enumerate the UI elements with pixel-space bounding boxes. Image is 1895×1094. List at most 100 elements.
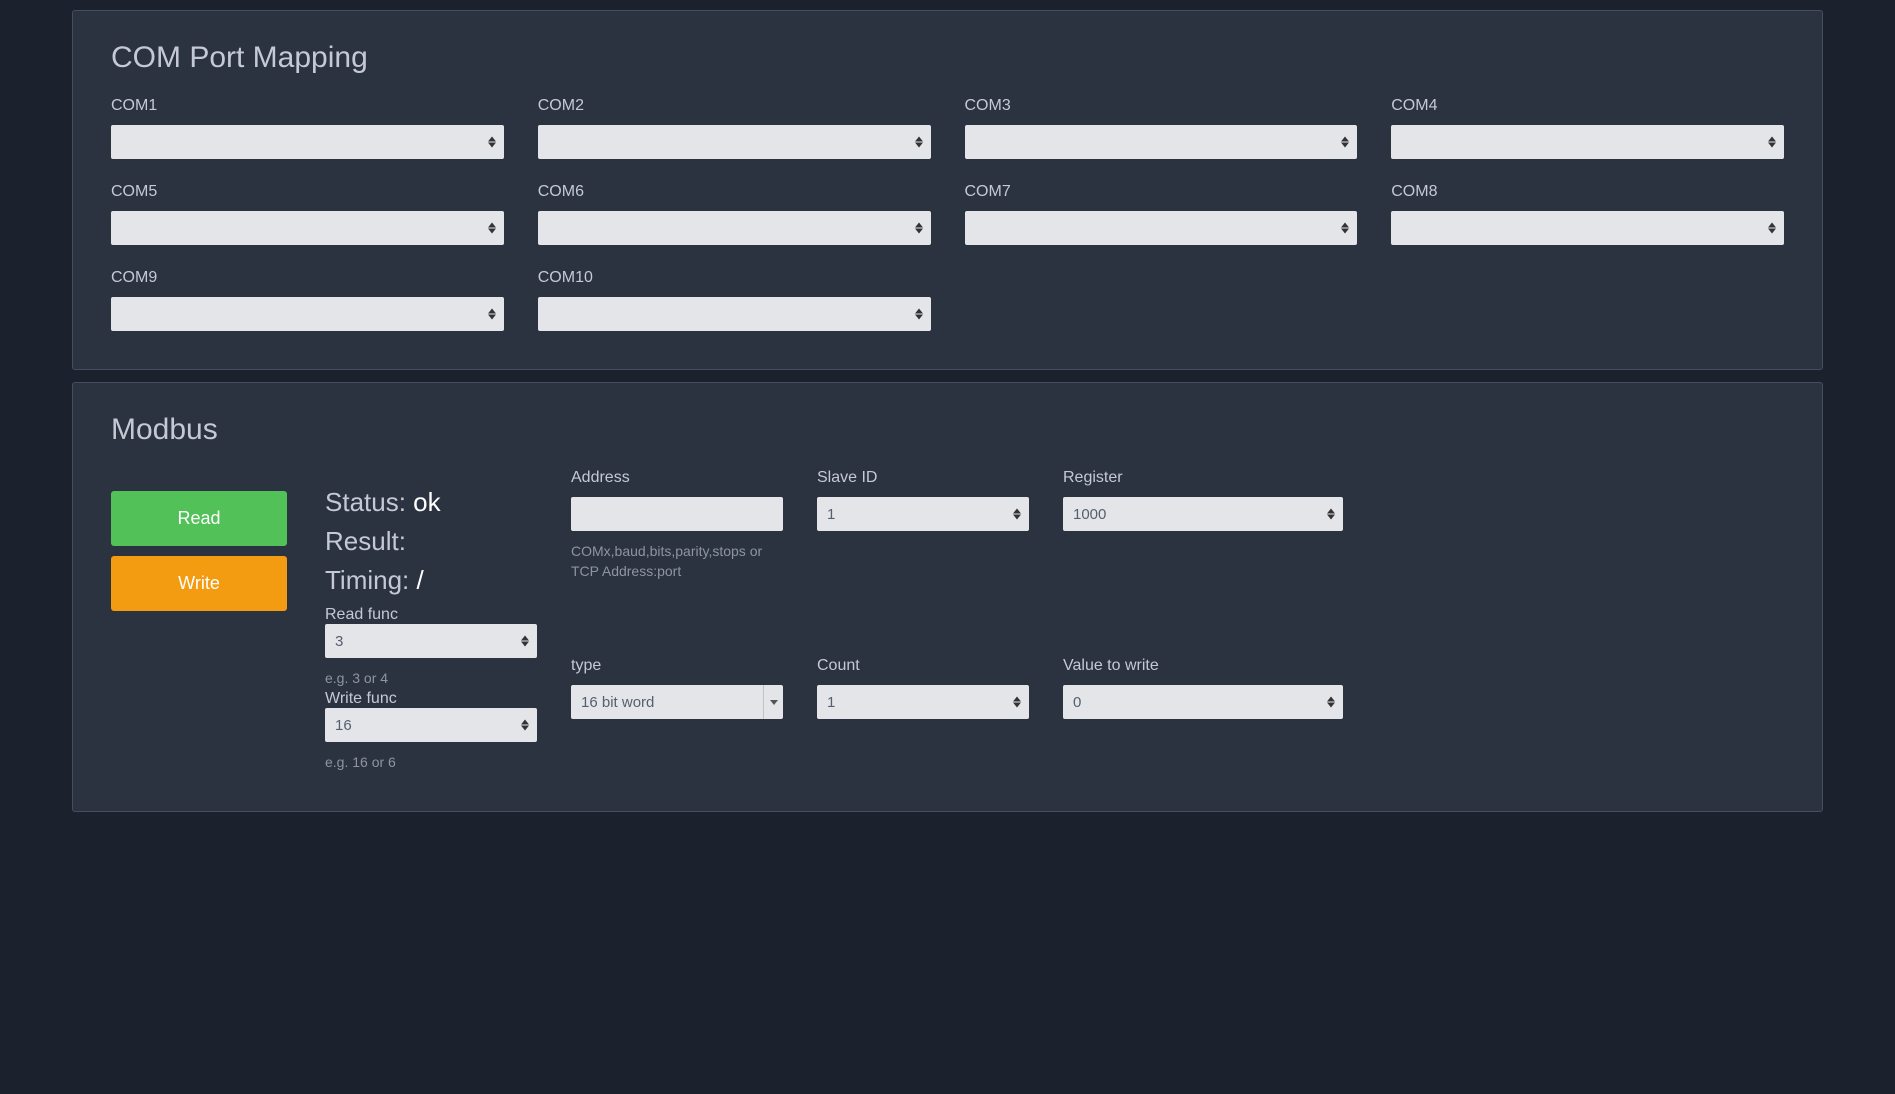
com1-input[interactable] [111, 125, 504, 159]
register-label: Register [1063, 469, 1343, 487]
register-spinner[interactable] [1327, 509, 1335, 520]
readfunc-spinner[interactable] [521, 636, 529, 647]
write-func-input[interactable] [325, 708, 537, 742]
chevron-down-icon [1341, 229, 1349, 234]
chevron-up-icon [915, 309, 923, 314]
address-input[interactable] [571, 497, 783, 531]
chevron-down-icon [1768, 229, 1776, 234]
com4-field: COM4 [1391, 97, 1784, 159]
com7-field: COM7 [965, 183, 1358, 245]
chevron-down-icon [1327, 515, 1335, 520]
com6-input-wrap [538, 211, 931, 245]
count-input[interactable] [817, 685, 1029, 719]
com7-spinner[interactable] [1341, 223, 1349, 234]
chevron-down-icon [915, 143, 923, 148]
com8-spinner[interactable] [1768, 223, 1776, 234]
com3-field: COM3 [965, 97, 1358, 159]
status-value: ok [413, 487, 440, 517]
status-line: Status: ok [325, 487, 537, 518]
chevron-down-icon [915, 229, 923, 234]
register-input[interactable] [1063, 497, 1343, 531]
com3-input[interactable] [965, 125, 1358, 159]
com10-input-wrap [538, 297, 931, 331]
type-select-wrap [571, 685, 783, 719]
chevron-down-icon [1013, 703, 1021, 708]
com8-input[interactable] [1391, 211, 1784, 245]
com3-spinner[interactable] [1341, 137, 1349, 148]
com8-input-wrap [1391, 211, 1784, 245]
chevron-down-icon [1013, 515, 1021, 520]
com3-label: COM3 [965, 97, 1358, 115]
read-func-help: e.g. 3 or 4 [325, 668, 537, 688]
address-label: Address [571, 469, 783, 487]
modbus-grid: Read Write Address COMx,baud,bits,parity… [111, 469, 1784, 773]
com9-input-wrap [111, 297, 504, 331]
value-to-write-input[interactable] [1063, 685, 1343, 719]
com9-spinner[interactable] [488, 309, 496, 320]
timing-line: Timing: / [325, 565, 537, 596]
com9-input[interactable] [111, 297, 504, 331]
slave-id-field: Slave ID [817, 469, 1029, 635]
type-label: type [571, 657, 783, 675]
read-func-input[interactable] [325, 624, 537, 658]
chevron-down-icon [521, 726, 529, 731]
com6-input[interactable] [538, 211, 931, 245]
com-port-grid: COM1 COM2 COM3 [111, 97, 1784, 331]
chevron-up-icon [488, 309, 496, 314]
chevron-up-icon [1013, 697, 1021, 702]
com10-input[interactable] [538, 297, 931, 331]
count-spinner[interactable] [1013, 697, 1021, 708]
chevron-up-icon [1013, 509, 1021, 514]
com8-label: COM8 [1391, 183, 1784, 201]
modbus-title: Modbus [111, 413, 1784, 447]
com-mapping-title: COM Port Mapping [111, 41, 1784, 75]
result-line: Result: [325, 526, 537, 557]
slave-spinner[interactable] [1013, 509, 1021, 520]
count-label: Count [817, 657, 1029, 675]
chevron-up-icon [1327, 509, 1335, 514]
chevron-down-icon [488, 229, 496, 234]
chevron-up-icon [1341, 137, 1349, 142]
chevron-up-icon [488, 223, 496, 228]
modbus-panel: Modbus Read Write Address COMx,baud,bits… [72, 382, 1823, 812]
write-button[interactable]: Write [111, 556, 287, 611]
slave-id-input-wrap [817, 497, 1029, 531]
com1-label: COM1 [111, 97, 504, 115]
chevron-down-icon [915, 315, 923, 320]
com10-field: COM10 [538, 269, 931, 331]
com5-input[interactable] [111, 211, 504, 245]
chevron-down-icon [1327, 703, 1335, 708]
com6-label: COM6 [538, 183, 931, 201]
write-func-input-wrap [325, 708, 537, 742]
com2-input[interactable] [538, 125, 931, 159]
chevron-down-icon [488, 315, 496, 320]
address-help: COMx,baud,bits,parity,stops or TCP Addre… [571, 541, 783, 582]
com10-spinner[interactable] [915, 309, 923, 320]
chevron-up-icon [1768, 137, 1776, 142]
status-and-func-column: Status: ok Result: Timing: / Read func [325, 469, 537, 773]
writefunc-spinner[interactable] [521, 720, 529, 731]
chevron-up-icon [1768, 223, 1776, 228]
com1-input-wrap [111, 125, 504, 159]
value-to-write-spinner[interactable] [1327, 697, 1335, 708]
chevron-up-icon [488, 137, 496, 142]
com4-input[interactable] [1391, 125, 1784, 159]
com2-spinner[interactable] [915, 137, 923, 148]
com4-spinner[interactable] [1768, 137, 1776, 148]
value-to-write-label: Value to write [1063, 657, 1343, 675]
com7-label: COM7 [965, 183, 1358, 201]
read-func-input-wrap [325, 624, 537, 658]
com-port-mapping-panel: COM Port Mapping COM1 COM2 [72, 10, 1823, 370]
read-button[interactable]: Read [111, 491, 287, 546]
com5-field: COM5 [111, 183, 504, 245]
chevron-down-icon [1341, 143, 1349, 148]
com6-spinner[interactable] [915, 223, 923, 234]
value-to-write-field: Value to write [1063, 657, 1343, 773]
com5-spinner[interactable] [488, 223, 496, 234]
chevron-up-icon [1327, 697, 1335, 702]
slave-id-input[interactable] [817, 497, 1029, 531]
chevron-down-icon [1768, 143, 1776, 148]
com1-spinner[interactable] [488, 137, 496, 148]
type-select[interactable] [571, 685, 783, 719]
com7-input[interactable] [965, 211, 1358, 245]
